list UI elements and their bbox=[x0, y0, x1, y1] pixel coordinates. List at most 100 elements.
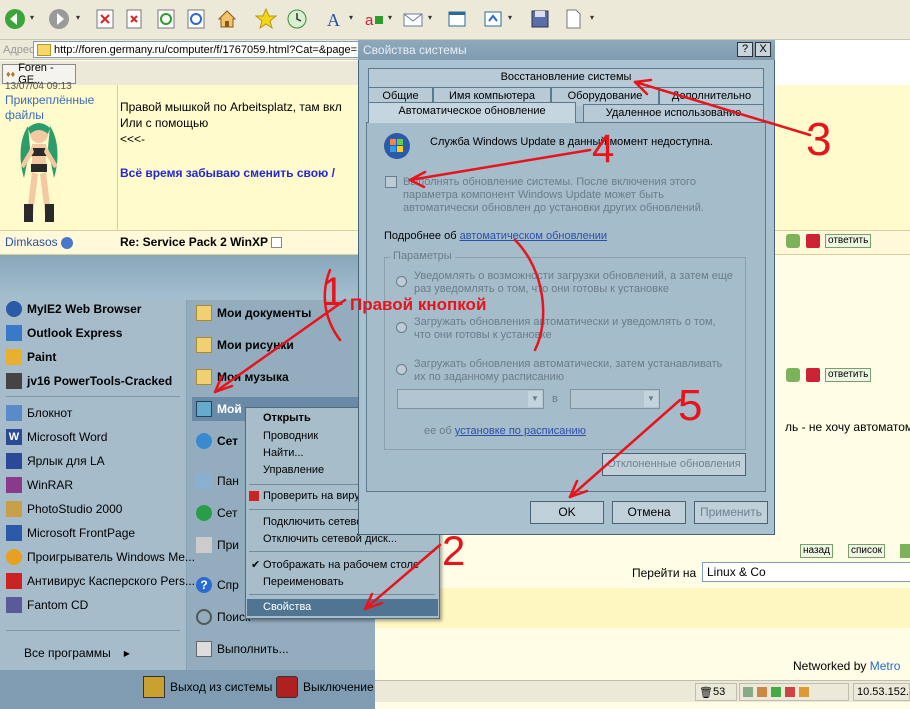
reply-button[interactable]: ответить bbox=[825, 368, 872, 382]
start-item-myie2[interactable]: MyIE2 Web Browser bbox=[6, 298, 141, 320]
start-item-photostudio[interactable]: PhotoStudio 2000 bbox=[6, 498, 122, 520]
back-icon[interactable] bbox=[2, 6, 28, 32]
nav-next-icon[interactable] bbox=[900, 544, 910, 558]
history-icon[interactable] bbox=[284, 6, 310, 32]
page-dropdown-icon[interactable]: ▾ bbox=[590, 13, 596, 22]
goto-select[interactable]: Linux & Co bbox=[702, 562, 910, 582]
start-item-control-panel[interactable]: Пан bbox=[196, 470, 239, 492]
close-button[interactable]: X bbox=[755, 42, 771, 57]
back-dropdown-icon[interactable]: ▾ bbox=[30, 13, 36, 22]
undo-close-icon[interactable] bbox=[480, 6, 506, 32]
start-item-outlook[interactable]: Outlook Express bbox=[6, 322, 122, 344]
logoff-button[interactable]: Выход из системы bbox=[143, 676, 272, 698]
user-profile-icon[interactable] bbox=[786, 234, 800, 248]
ctx-explorer[interactable]: Проводник bbox=[263, 430, 318, 442]
control-panel-icon bbox=[196, 473, 212, 489]
apply-button[interactable]: Применить bbox=[694, 501, 768, 524]
site-favicon-icon bbox=[37, 43, 51, 56]
start-item-my-documents[interactable]: Мои документы bbox=[196, 302, 311, 324]
stop-icon[interactable] bbox=[92, 6, 118, 32]
ctx-properties[interactable]: Свойства bbox=[263, 601, 311, 613]
mail-dropdown-icon[interactable]: ▾ bbox=[428, 13, 434, 22]
ctx-show-on-desktop[interactable]: Отображать на рабочем столе bbox=[263, 559, 419, 571]
start-item-fantomcd[interactable]: Fantom CD bbox=[6, 594, 88, 616]
print-icon[interactable] bbox=[806, 368, 820, 382]
forward-icon[interactable] bbox=[46, 6, 72, 32]
start-item-mediaplayer[interactable]: Проигрыватель Windows Me... bbox=[6, 546, 195, 568]
start-item-winrar[interactable]: WinRAR bbox=[6, 474, 73, 496]
font-dropdown-icon[interactable]: ▾ bbox=[349, 13, 355, 22]
start-item-search[interactable]: Поиск bbox=[196, 606, 250, 628]
time-select[interactable]: ▼ bbox=[570, 389, 660, 409]
post-body: Правой мышкой по Arbeitsplatz, там вкл И… bbox=[120, 99, 342, 147]
windows-update-icon bbox=[382, 131, 412, 161]
radio-scheduled[interactable] bbox=[396, 364, 407, 375]
refresh-icon[interactable] bbox=[153, 6, 179, 32]
close-all-icon[interactable] bbox=[121, 6, 147, 32]
user-profile-icon[interactable] bbox=[786, 368, 800, 382]
encoding-icon[interactable]: a bbox=[361, 6, 387, 32]
all-programs-button[interactable]: Все программы ▶ bbox=[24, 642, 130, 664]
tab-automatic-updates[interactable]: Автоматическое обновление bbox=[368, 102, 576, 123]
start-item-my-computer[interactable]: Мой bbox=[196, 398, 242, 420]
schedule-info-link[interactable]: установке по расписанию bbox=[455, 425, 586, 437]
start-item-la[interactable]: Ярлык для LA bbox=[6, 450, 105, 472]
status-gear-icon[interactable] bbox=[785, 687, 795, 697]
mail-icon[interactable] bbox=[400, 6, 426, 32]
ctx-rename[interactable]: Переименовать bbox=[263, 576, 344, 588]
encoding-dropdown-icon[interactable]: ▾ bbox=[388, 13, 394, 22]
radio-download-notify[interactable] bbox=[396, 322, 407, 333]
printer-icon bbox=[196, 537, 212, 553]
undo-dropdown-icon[interactable]: ▾ bbox=[508, 13, 514, 22]
start-item-printers[interactable]: При bbox=[196, 534, 239, 556]
page-icon[interactable] bbox=[560, 6, 586, 32]
refresh-all-icon[interactable] bbox=[183, 6, 209, 32]
status-plus-icon[interactable] bbox=[771, 687, 781, 697]
reply-button[interactable]: ответить bbox=[825, 234, 872, 248]
shutdown-button[interactable]: Выключение bbox=[276, 676, 374, 698]
start-item-network[interactable]: Сет bbox=[196, 430, 238, 452]
status-tool-icon[interactable] bbox=[743, 687, 753, 697]
start-item-jv16[interactable]: jv16 PowerTools-Cracked bbox=[6, 370, 172, 392]
status-brush-icon[interactable] bbox=[757, 687, 767, 697]
start-item-frontpage[interactable]: Microsoft FrontPage bbox=[6, 522, 135, 544]
font-icon[interactable]: A bbox=[322, 6, 348, 32]
window-icon[interactable] bbox=[444, 6, 470, 32]
more-info-link[interactable]: автоматическом обновлении bbox=[460, 230, 608, 242]
start-item-my-pictures[interactable]: Мои рисунки bbox=[196, 334, 294, 356]
networked-brand-link[interactable]: Metro bbox=[870, 659, 901, 673]
start-item-notepad[interactable]: Блокнот bbox=[6, 402, 72, 424]
declined-updates-button[interactable]: Отклоненные обновления bbox=[602, 453, 746, 476]
tab-system-restore[interactable]: Восстановление системы bbox=[368, 68, 764, 87]
radio-notify[interactable] bbox=[396, 276, 407, 287]
address-bar: Адрес http://foren.germany.ru/computer/f… bbox=[0, 40, 365, 60]
start-item-help[interactable]: ? Спр bbox=[196, 574, 239, 596]
nav-list-button[interactable]: список bbox=[848, 544, 886, 558]
save-icon[interactable] bbox=[527, 6, 553, 32]
start-item-kaspersky[interactable]: Антивирус Касперского Pers... bbox=[6, 570, 195, 592]
start-item-run[interactable]: Выполнить... bbox=[196, 638, 289, 660]
nav-back-button[interactable]: назад bbox=[800, 544, 833, 558]
cancel-button[interactable]: Отмена bbox=[612, 501, 686, 524]
day-select[interactable]: ▼ bbox=[397, 389, 544, 409]
print-icon[interactable] bbox=[806, 234, 820, 248]
start-item-my-music[interactable]: Моя музыка bbox=[196, 366, 289, 388]
start-menu-separator bbox=[6, 396, 180, 397]
favorites-star-icon[interactable] bbox=[253, 6, 279, 32]
username-link[interactable]: Dimkasos bbox=[5, 235, 74, 249]
ok-button[interactable]: OK bbox=[530, 501, 604, 524]
auto-update-checkbox[interactable] bbox=[385, 176, 397, 188]
ctx-open[interactable]: Открыть bbox=[263, 412, 311, 424]
forward-dropdown-icon[interactable]: ▾ bbox=[76, 13, 82, 22]
status-cube-icon[interactable] bbox=[799, 687, 809, 697]
address-input[interactable]: http://foren.germany.ru/computer/f/17670… bbox=[33, 41, 363, 58]
tab-remote[interactable]: Удаленное использование bbox=[583, 104, 764, 122]
ctx-find[interactable]: Найти... bbox=[263, 447, 304, 459]
paint-icon bbox=[6, 349, 22, 365]
help-button[interactable]: ? bbox=[737, 42, 753, 57]
home-icon[interactable] bbox=[214, 6, 240, 32]
start-item-net-connections[interactable]: Сет bbox=[196, 502, 237, 524]
start-item-word[interactable]: W Microsoft Word bbox=[6, 426, 107, 448]
start-item-paint[interactable]: Paint bbox=[6, 346, 56, 368]
ctx-manage[interactable]: Управление bbox=[263, 464, 324, 476]
